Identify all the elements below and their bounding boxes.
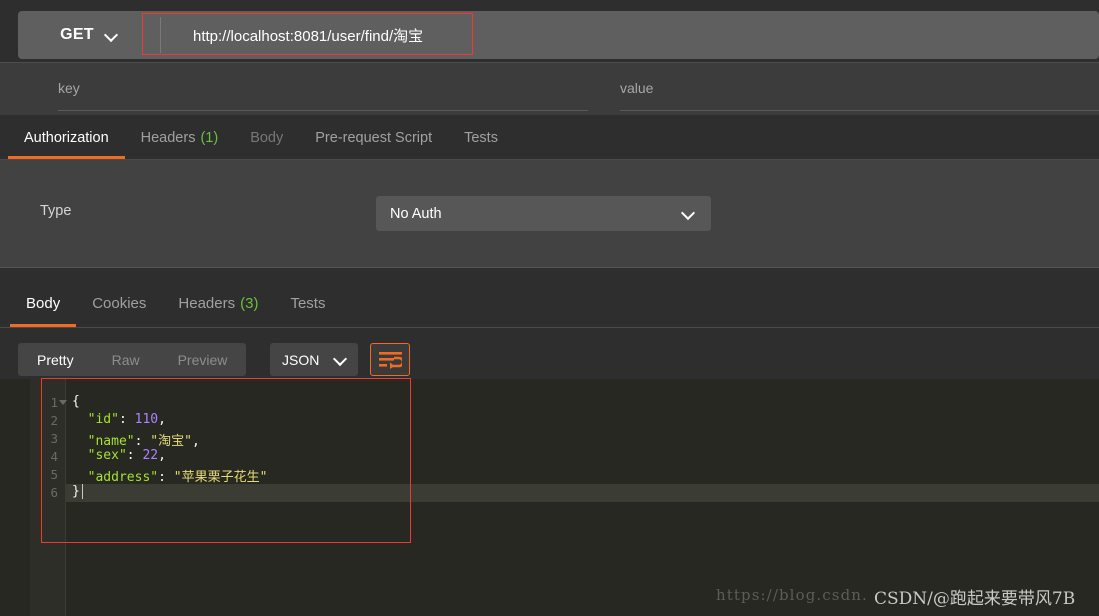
code-fold-toggle-icon[interactable]: [59, 400, 67, 405]
line-number: 6: [50, 485, 58, 500]
line-number: 5: [50, 467, 58, 482]
url-input[interactable]: http://localhost:8081/user/find/淘宝: [176, 11, 1099, 59]
tab-body-request-label: Body: [250, 129, 284, 146]
tab-tests-request-label: Tests: [464, 129, 498, 146]
chevron-down-icon: [335, 353, 347, 365]
line-number: 3: [50, 431, 58, 446]
code-line: "address": "苹果栗子花生": [72, 470, 268, 485]
watermark-brand: CSDN/@跑起来要带风7B: [874, 589, 1076, 609]
code-line: }: [72, 484, 80, 499]
wrap-lines-button[interactable]: [370, 343, 410, 376]
auth-type-value: No Auth: [390, 205, 442, 222]
request-tabs: Authorization Headers (1) Body Pre-reque…: [0, 115, 1099, 160]
code-line: {: [72, 394, 80, 409]
url-input-value: http://localhost:8081/user/find/淘宝: [193, 27, 424, 45]
tab-headers-request-count: (1): [200, 129, 219, 146]
tab-body-response[interactable]: Body: [10, 278, 77, 328]
view-mode-raw-label: Raw: [111, 351, 140, 368]
response-body-editor[interactable]: 1 { 2 "id": 110, 3 "name": "淘宝", 4 "sex"…: [0, 379, 1099, 616]
tab-cookies[interactable]: Cookies: [76, 278, 162, 328]
tab-body-response-label: Body: [26, 294, 61, 312]
tab-tests-request[interactable]: Tests: [448, 115, 514, 160]
code-line: "name": "淘宝",: [72, 434, 200, 449]
watermark-url: https://blog.csdn.: [716, 586, 868, 604]
http-method-select[interactable]: GET: [18, 11, 160, 59]
text-caret: [82, 484, 83, 499]
tab-authorization-label: Authorization: [24, 129, 109, 146]
param-value-placeholder: value: [620, 80, 654, 96]
auth-type-label: Type: [40, 203, 72, 219]
param-value-input[interactable]: value: [620, 80, 1099, 111]
code-line: "id": 110,: [72, 412, 166, 427]
request-tabstrip: Authorization Headers (1) Body Pre-reque…: [8, 115, 514, 160]
chevron-down-icon: [683, 207, 695, 219]
view-mode-pretty[interactable]: Pretty: [18, 343, 93, 376]
response-tabs: Body Cookies Headers (3) Tests: [0, 278, 1099, 328]
view-mode-raw[interactable]: Raw: [93, 343, 159, 376]
params-key-value-row: key value: [0, 62, 1099, 116]
tab-pre-request-script-label: Pre-request Script: [315, 129, 433, 146]
response-tabstrip: Body Cookies Headers (3) Tests: [10, 278, 341, 328]
tab-headers-response-count: (3): [240, 294, 259, 312]
editor-active-line: [66, 484, 1099, 502]
param-key-input[interactable]: key: [58, 80, 588, 111]
view-mode-pretty-label: Pretty: [37, 351, 74, 368]
tab-headers-request-label: Headers: [140, 129, 196, 146]
auth-type-select[interactable]: No Auth: [376, 196, 711, 231]
line-number: 2: [50, 413, 58, 428]
tab-body-request[interactable]: Body: [234, 115, 299, 160]
response-format-value: JSON: [282, 351, 320, 368]
tab-cookies-label: Cookies: [92, 294, 147, 312]
wrap-lines-icon: [379, 352, 402, 369]
request-url-bar: GET http://localhost:8081/user/find/淘宝: [0, 0, 1099, 62]
chevron-down-icon: [106, 29, 118, 41]
line-number: 4: [50, 449, 58, 464]
view-mode-preview[interactable]: Preview: [159, 343, 247, 376]
tab-tests-response[interactable]: Tests: [274, 278, 341, 328]
tab-headers-response-label: Headers: [178, 294, 236, 312]
tab-pre-request-script[interactable]: Pre-request Script: [299, 115, 448, 160]
code-line: "sex": 22,: [72, 448, 166, 463]
response-format-select[interactable]: JSON: [270, 343, 358, 376]
line-number: 1: [50, 395, 58, 410]
tab-authorization[interactable]: Authorization: [8, 115, 125, 160]
tab-headers-request[interactable]: Headers (1): [125, 115, 235, 160]
tab-tests-response-label: Tests: [290, 294, 326, 312]
response-view-toggle: Pretty Raw Preview: [18, 343, 247, 376]
param-key-placeholder: key: [58, 80, 80, 96]
url-bar-inner: GET http://localhost:8081/user/find/淘宝: [18, 11, 1099, 59]
http-method-label: GET: [60, 26, 94, 43]
tab-headers-response[interactable]: Headers (3): [162, 278, 274, 328]
view-mode-preview-label: Preview: [177, 351, 228, 368]
method-url-divider: [160, 17, 161, 53]
